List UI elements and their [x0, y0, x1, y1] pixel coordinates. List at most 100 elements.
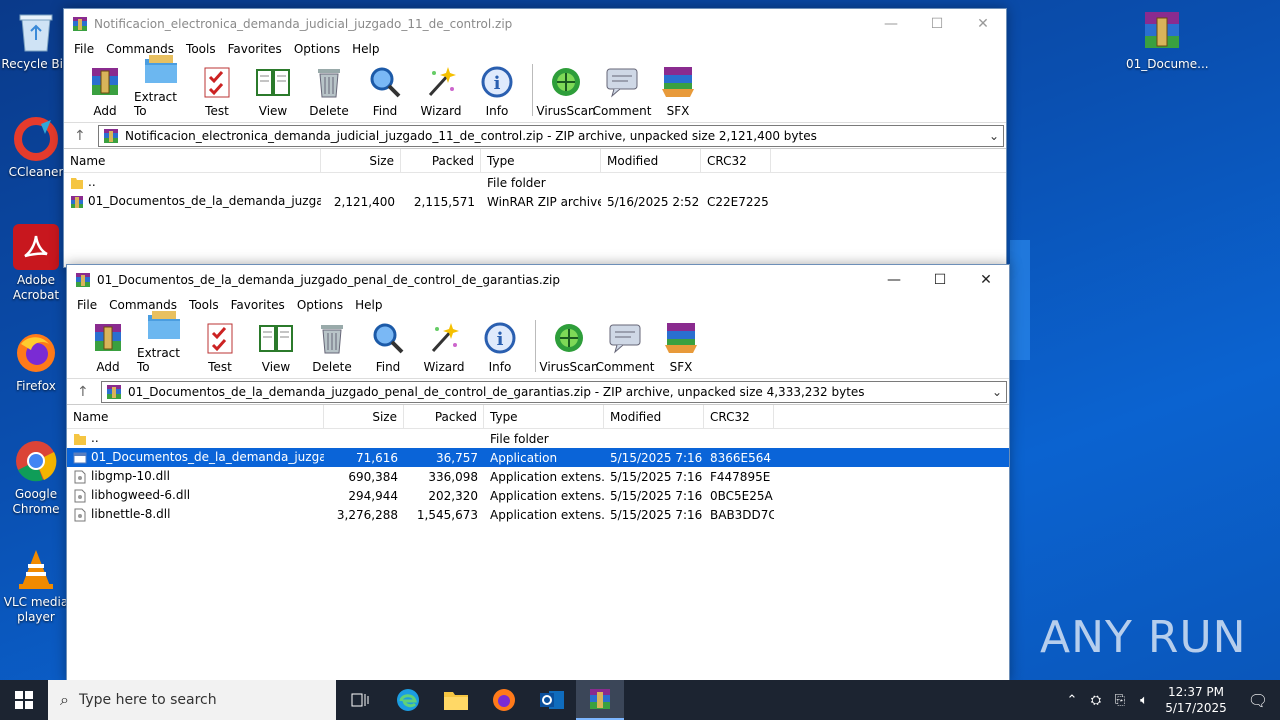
maximize-button[interactable]: ☐	[914, 9, 960, 39]
col-size[interactable]: Size	[321, 148, 401, 173]
menu-options[interactable]: Options	[288, 42, 346, 56]
maximize-button[interactable]: ☐	[917, 265, 963, 295]
up-arrow-icon[interactable]: ↑	[74, 128, 98, 144]
col-size[interactable]: Size	[324, 404, 404, 429]
desktop-icon-recycle-bin[interactable]: Recycle Bin	[0, 8, 72, 72]
volume-icon[interactable]: 🔈︎	[1132, 693, 1156, 708]
clock[interactable]: 12:37 PM 5/17/2025	[1156, 684, 1236, 716]
cell-crc: BAB3DD7C	[710, 507, 774, 522]
minimize-button[interactable]: —	[871, 265, 917, 295]
chevron-down-icon[interactable]: ⌄	[988, 385, 1006, 399]
toolbar-button-comment[interactable]: Comment	[593, 64, 651, 122]
desktop-icon-chrome[interactable]: Google Chrome	[0, 438, 72, 517]
toolbar-button-add[interactable]: Add	[81, 320, 135, 378]
toolbar-button-find[interactable]: Find	[358, 64, 412, 122]
menu-favorites[interactable]: Favorites	[225, 298, 291, 312]
add-icon	[90, 320, 126, 356]
table-row[interactable]: 01_Documentos_de_la_demanda_juzgado... 71…	[67, 448, 1009, 467]
toolbar-button-info[interactable]: i Info	[470, 64, 524, 122]
info-icon: i	[479, 64, 515, 100]
file-name: 01_Documentos_de_la_demanda_juzgado...	[88, 194, 321, 209]
table-row[interactable]: libgmp-10.dll 690,384 336,098 Application e…	[67, 467, 1009, 486]
toolbar-button-sfx[interactable]: SFX	[651, 64, 705, 122]
toolbar-button-view[interactable]: View	[246, 64, 300, 122]
network-icon[interactable]: ⎘	[1108, 693, 1132, 708]
toolbar-button-wizard[interactable]: Wizard	[417, 320, 471, 378]
file-name: libnettle-8.dll	[91, 507, 171, 522]
column-headers: Name Size Packed Type Modified CRC32	[67, 404, 1009, 429]
col-crc32[interactable]: CRC32	[704, 404, 774, 429]
taskbar-edge[interactable]	[384, 680, 432, 720]
menu-help[interactable]: Help	[349, 298, 388, 312]
minimize-button[interactable]: —	[868, 9, 914, 39]
col-crc32[interactable]: CRC32	[701, 148, 771, 173]
start-button[interactable]	[0, 680, 48, 720]
toolbar-button-label: Delete	[309, 104, 349, 118]
col-packed[interactable]: Packed	[404, 404, 484, 429]
taskbar-explorer[interactable]	[432, 680, 480, 720]
toolbar-button-comment[interactable]: Comment	[596, 320, 654, 378]
title-bar[interactable]: 01_Documentos_de_la_demanda_juzgado_pena…	[67, 265, 1009, 295]
notification-icon[interactable]: 🗨︎	[1236, 691, 1280, 710]
toolbar-button-extract-to[interactable]: Extract To	[137, 306, 191, 378]
cell-size: 294,944	[348, 488, 398, 503]
task-view-button[interactable]	[336, 680, 384, 720]
taskbar-winrar[interactable]	[576, 680, 624, 720]
col-modified[interactable]: Modified	[604, 404, 704, 429]
chevron-up-icon[interactable]: ⌃	[1060, 693, 1084, 708]
toolbar-button-test[interactable]: Test	[190, 64, 244, 122]
toolbar-button-wizard[interactable]: Wizard	[414, 64, 468, 122]
menu-file[interactable]: File	[71, 298, 103, 312]
winrar-window-inner[interactable]: 01_Documentos_de_la_demanda_juzgado_pena…	[66, 264, 1010, 682]
table-row[interactable]: libhogweed-6.dll 294,944 202,320 Applicatio…	[67, 486, 1009, 505]
close-button[interactable]: ✕	[963, 265, 1009, 295]
toolbar-button-virusscan[interactable]: VirusScan	[536, 64, 596, 122]
menu-options[interactable]: Options	[291, 298, 349, 312]
toolbar-button-test[interactable]: Test	[193, 320, 247, 378]
col-type[interactable]: Type	[484, 404, 604, 429]
col-packed[interactable]: Packed	[401, 148, 481, 173]
close-button[interactable]: ✕	[960, 9, 1006, 39]
table-row[interactable]: .. File folder	[64, 173, 1006, 192]
toolbar-button-label: Find	[375, 360, 401, 374]
title-bar[interactable]: Notificacion_electronica_demanda_judicia…	[64, 9, 1006, 39]
path-combobox[interactable]: 01_Documentos_de_la_demanda_juzgado_pena…	[101, 380, 1007, 403]
table-row[interactable]: libnettle-8.dll 3,276,288 1,545,673 Applica…	[67, 505, 1009, 524]
toolbar-button-info[interactable]: i Info	[473, 320, 527, 378]
toolbar-button-virusscan[interactable]: VirusScan	[539, 320, 599, 378]
menu-favorites[interactable]: Favorites	[222, 42, 288, 56]
device-icon[interactable]: ⛭	[1084, 693, 1108, 708]
up-arrow-icon[interactable]: ↑	[77, 384, 101, 400]
toolbar-button-sfx[interactable]: SFX	[654, 320, 708, 378]
firefox-icon	[13, 330, 59, 376]
toolbar-button-delete[interactable]: Delete	[302, 64, 356, 122]
path-combobox[interactable]: Notificacion_electronica_demanda_judicia…	[98, 124, 1004, 147]
chevron-down-icon[interactable]: ⌄	[985, 129, 1003, 143]
menu-help[interactable]: Help	[346, 42, 385, 56]
cell-type: Application extens...	[490, 488, 604, 503]
table-row[interactable]: 01_Documentos_de_la_demanda_juzgado... 2,…	[64, 192, 1006, 211]
toolbar-button-extract-to[interactable]: Extract To	[134, 50, 188, 122]
toolbar-button-find[interactable]: Find	[361, 320, 415, 378]
toolbar-button-add[interactable]: Add	[78, 64, 132, 122]
desktop-icon-adobe-acrobat[interactable]: Adobe Acrobat	[0, 224, 72, 303]
menu-file[interactable]: File	[68, 42, 100, 56]
desktop-icon-vlc[interactable]: VLC media player	[0, 546, 72, 625]
toolbar-button-view[interactable]: View	[249, 320, 303, 378]
desktop-icon-firefox[interactable]: Firefox	[0, 330, 72, 394]
comment-icon	[604, 64, 640, 100]
toolbar-button-delete[interactable]: Delete	[305, 320, 359, 378]
desktop-icon-zip-file[interactable]: 01_Docume...	[1126, 8, 1209, 72]
col-type[interactable]: Type	[481, 148, 601, 173]
menu-bar: File Commands Tools Favorites Options He…	[67, 295, 1009, 315]
col-name[interactable]: Name	[64, 148, 321, 173]
col-name[interactable]: Name	[67, 404, 324, 429]
desktop-icon-ccleaner[interactable]: CCleaner	[0, 116, 72, 180]
col-modified[interactable]: Modified	[601, 148, 701, 173]
taskbar-firefox[interactable]	[480, 680, 528, 720]
toolbar: Add Extract To Test View Delete Find Wizard i In…	[67, 311, 1009, 379]
table-row[interactable]: .. File folder	[67, 429, 1009, 448]
taskbar-outlook[interactable]	[528, 680, 576, 720]
winrar-window-outer[interactable]: Notificacion_electronica_demanda_judicia…	[63, 8, 1007, 268]
taskbar-search-box[interactable]: ⌕ Type here to search	[48, 680, 336, 720]
